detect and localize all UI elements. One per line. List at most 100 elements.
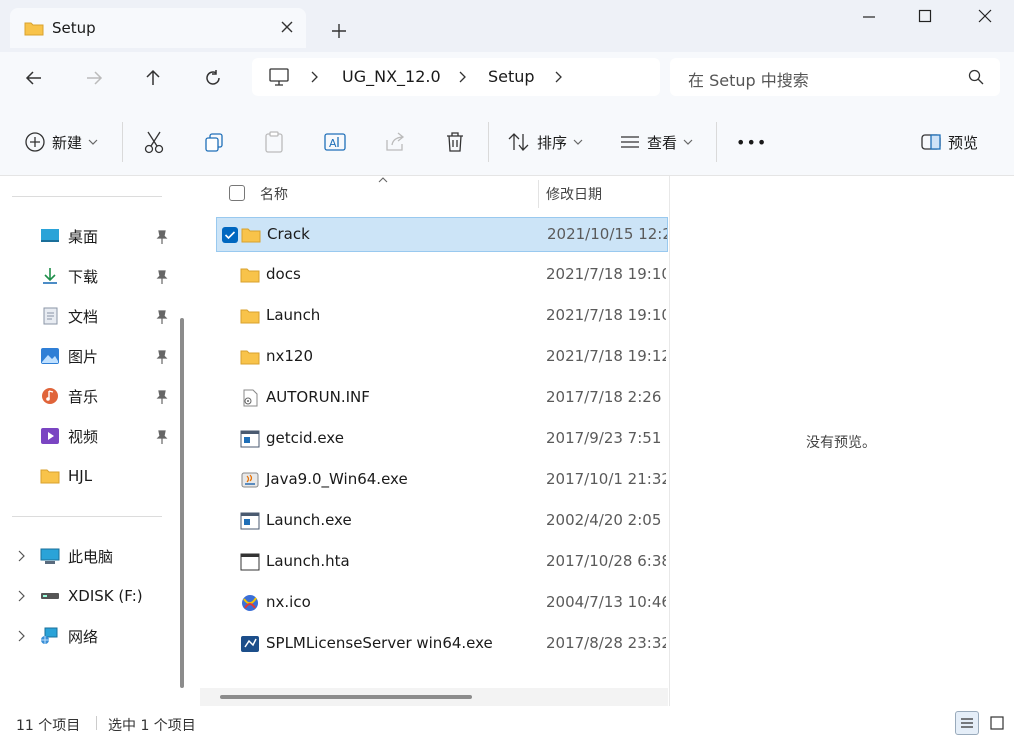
sidebar-item-videos[interactable]: 视频: [40, 421, 98, 451]
rename-button[interactable]: A: [323, 126, 347, 158]
file-date: 2021/7/18 19:10: [546, 306, 666, 324]
chevron-right-icon[interactable]: [15, 589, 29, 603]
preview-pane-icon: [921, 134, 941, 150]
address-bar[interactable]: UG_NX_12.0 Setup: [252, 58, 660, 96]
view-button[interactable]: 查看: [619, 126, 693, 158]
pin-icon[interactable]: [154, 349, 170, 365]
forward-button[interactable]: [78, 64, 110, 92]
pin-icon[interactable]: [154, 389, 170, 405]
chevron-down-icon: [88, 139, 98, 145]
breadcrumb-ug-nx[interactable]: UG_NX_12.0: [342, 67, 441, 86]
pin-icon[interactable]: [154, 269, 170, 285]
more-icon: •••: [736, 132, 768, 152]
share-button[interactable]: [384, 126, 406, 158]
file-row-launch-folder[interactable]: Launch 2021/7/18 19:10: [216, 299, 668, 334]
file-row-launch-hta[interactable]: Launch.hta 2017/10/28 6:38: [216, 545, 668, 580]
breadcrumb-setup[interactable]: Setup: [488, 67, 535, 86]
row-checkbox[interactable]: [222, 227, 238, 243]
sidebar-item-hjl[interactable]: HJL: [40, 461, 92, 491]
tab-setup[interactable]: Setup: [10, 8, 306, 48]
trash-icon: [447, 132, 463, 152]
sidebar-item-music[interactable]: 音乐: [40, 381, 98, 411]
column-divider[interactable]: [538, 180, 539, 208]
details-view-button[interactable]: [955, 711, 979, 735]
sidebar-item-this-pc[interactable]: 此电脑: [40, 541, 113, 571]
search-placeholder: 在 Setup 中搜索: [688, 71, 809, 90]
music-icon: [42, 388, 58, 404]
pin-icon[interactable]: [154, 229, 170, 245]
file-row-nx120[interactable]: nx120 2021/7/18 19:12: [216, 340, 668, 375]
copy-button[interactable]: [203, 126, 225, 158]
sidebar-item-downloads[interactable]: 下载: [40, 261, 98, 291]
pin-icon[interactable]: [154, 429, 170, 445]
search-icon: [968, 69, 984, 85]
sidebar-item-network[interactable]: 网络: [40, 621, 98, 651]
close-icon: [978, 9, 992, 23]
close-tab-icon[interactable]: [276, 16, 298, 38]
maximize-icon: [918, 9, 932, 23]
divider: [716, 122, 717, 162]
chevron-right-icon: [459, 71, 466, 83]
tiles-view-button[interactable]: [985, 711, 1009, 735]
paste-button[interactable]: [263, 126, 285, 158]
file-row-crack[interactable]: Crack 2021/10/15 12:21: [216, 217, 668, 252]
sidebar-item-desktop[interactable]: 桌面: [40, 221, 98, 251]
file-row-nx-ico[interactable]: nx.ico 2004/7/13 10:46: [216, 586, 668, 621]
search-box[interactable]: 在 Setup 中搜索: [670, 58, 1000, 96]
sidebar-item-label: XDISK (F:): [68, 587, 143, 605]
file-row-launch-exe[interactable]: Launch.exe 2002/4/20 2:05: [216, 504, 668, 539]
back-button[interactable]: [18, 64, 50, 92]
chevron-right-icon[interactable]: [15, 549, 29, 563]
file-list-scrollbar[interactable]: [220, 695, 472, 699]
divider: [122, 122, 123, 162]
nx-ico-icon: [242, 595, 258, 611]
folder-icon: [240, 268, 260, 283]
arrow-up-icon: [146, 69, 160, 85]
cut-button[interactable]: [143, 126, 165, 158]
column-name[interactable]: 名称: [260, 184, 288, 204]
chevron-right-icon[interactable]: [15, 629, 29, 643]
file-row-docs[interactable]: docs 2021/7/18 19:10: [216, 258, 668, 293]
sort-ascending-icon: [378, 177, 388, 183]
column-date-modified[interactable]: 修改日期: [546, 184, 602, 204]
new-button[interactable]: 新建: [24, 126, 98, 158]
sidebar-item-xdisk[interactable]: XDISK (F:): [40, 581, 143, 611]
chevron-right-icon[interactable]: [554, 71, 564, 83]
file-row-getcid[interactable]: getcid.exe 2017/9/23 7:51: [216, 422, 668, 457]
select-all-checkbox[interactable]: [229, 185, 245, 201]
up-button[interactable]: [137, 64, 169, 92]
sidebar-item-label: 下载: [68, 267, 99, 286]
sidebar-item-label: 此电脑: [68, 547, 114, 566]
close-window-button[interactable]: [956, 0, 1014, 32]
sidebar-item-pictures[interactable]: 图片: [40, 341, 98, 371]
file-name: Java9.0_Win64.exe: [266, 470, 408, 488]
folder-icon: [240, 309, 260, 324]
clipboard-icon: [265, 131, 283, 153]
delete-button[interactable]: [444, 126, 466, 158]
pin-icon[interactable]: [154, 309, 170, 325]
sidebar-item-documents[interactable]: 文档: [40, 301, 98, 331]
file-row-autorun[interactable]: AUTORUN.INF 2017/7/18 2:26: [216, 381, 668, 416]
file-date: 2017/8/28 23:32: [546, 634, 666, 652]
folder-icon: [24, 22, 44, 36]
divider: [12, 516, 162, 517]
minimize-button[interactable]: [840, 0, 898, 32]
sidebar-scrollbar[interactable]: [180, 318, 184, 688]
new-tab-icon[interactable]: [326, 18, 352, 44]
sidebar-item-label: 视频: [68, 427, 99, 446]
sidebar-item-label: 桌面: [68, 227, 99, 246]
preview-pane-button[interactable]: 预览: [920, 126, 978, 158]
status-bar: 11 个项目 选中 1 个项目: [0, 708, 1014, 735]
refresh-button[interactable]: [197, 64, 229, 92]
chevron-down-icon: [573, 139, 583, 145]
file-row-java[interactable]: Java9.0_Win64.exe 2017/10/1 21:32: [216, 463, 668, 498]
sidebar-item-label: HJL: [68, 467, 93, 485]
more-options-button[interactable]: •••: [736, 126, 767, 158]
folder-icon: [241, 228, 261, 243]
sort-button[interactable]: 排序: [507, 126, 583, 158]
file-date: 2021/7/18 19:12: [546, 347, 666, 365]
rename-icon: A: [324, 133, 346, 151]
preview-pane: 没有预览。: [669, 176, 1014, 706]
file-row-splm[interactable]: SPLMLicenseServer win64.exe 2017/8/28 23…: [216, 627, 668, 662]
maximize-button[interactable]: [896, 0, 954, 32]
